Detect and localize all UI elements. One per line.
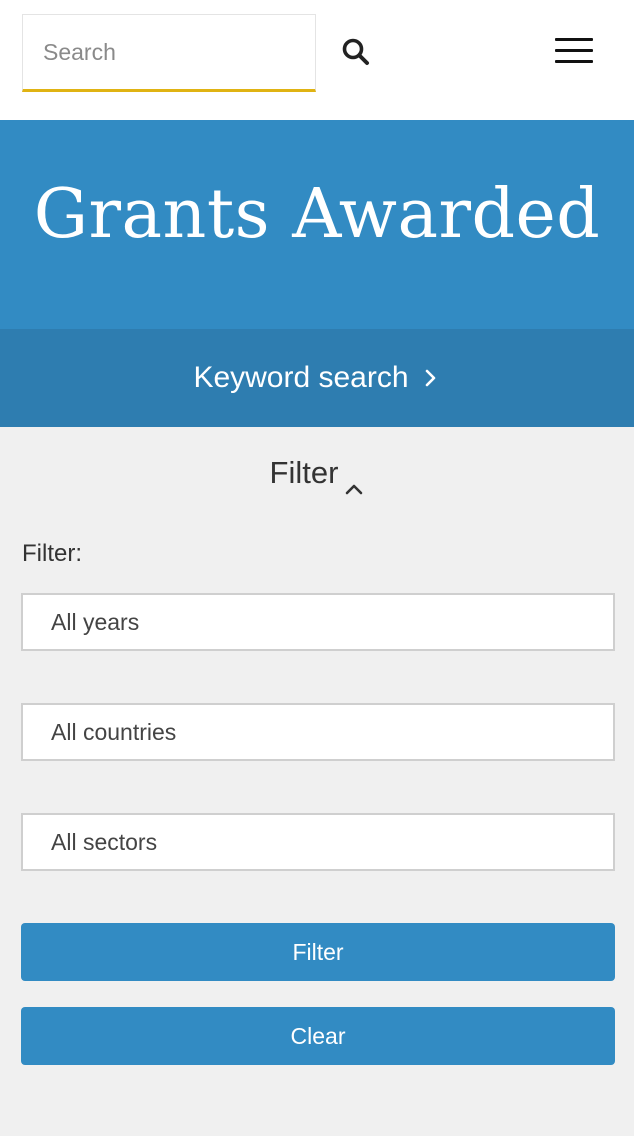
clear-button[interactable]: Clear	[21, 1007, 615, 1065]
keyword-search-link[interactable]: Keyword search	[0, 329, 634, 427]
years-select[interactable]: All years	[21, 593, 615, 651]
search-icon[interactable]	[340, 36, 372, 68]
top-bar	[0, 0, 634, 120]
countries-select-value: All countries	[51, 718, 177, 745]
search-input[interactable]	[23, 15, 315, 89]
keyword-search-label: Keyword search	[193, 361, 409, 394]
filter-section-label: Filter:	[22, 540, 82, 567]
hero-banner: Grants Awarded	[0, 120, 634, 329]
years-select-value: All years	[51, 608, 140, 635]
countries-select[interactable]: All countries	[21, 703, 615, 761]
filter-button[interactable]: Filter	[21, 923, 615, 981]
filter-toggle-label: Filter	[269, 455, 339, 490]
chevron-right-icon	[421, 367, 441, 389]
chevron-up-icon	[344, 468, 364, 495]
filter-toggle[interactable]: Filter	[0, 455, 634, 495]
filter-button-label: Filter	[292, 938, 344, 965]
page-title: Grants Awarded	[33, 175, 601, 254]
search-box[interactable]	[22, 14, 316, 92]
sectors-select-value: All sectors	[51, 828, 158, 855]
clear-button-label: Clear	[290, 1022, 346, 1049]
hamburger-menu-icon[interactable]	[553, 36, 595, 66]
sectors-select[interactable]: All sectors	[21, 813, 615, 871]
